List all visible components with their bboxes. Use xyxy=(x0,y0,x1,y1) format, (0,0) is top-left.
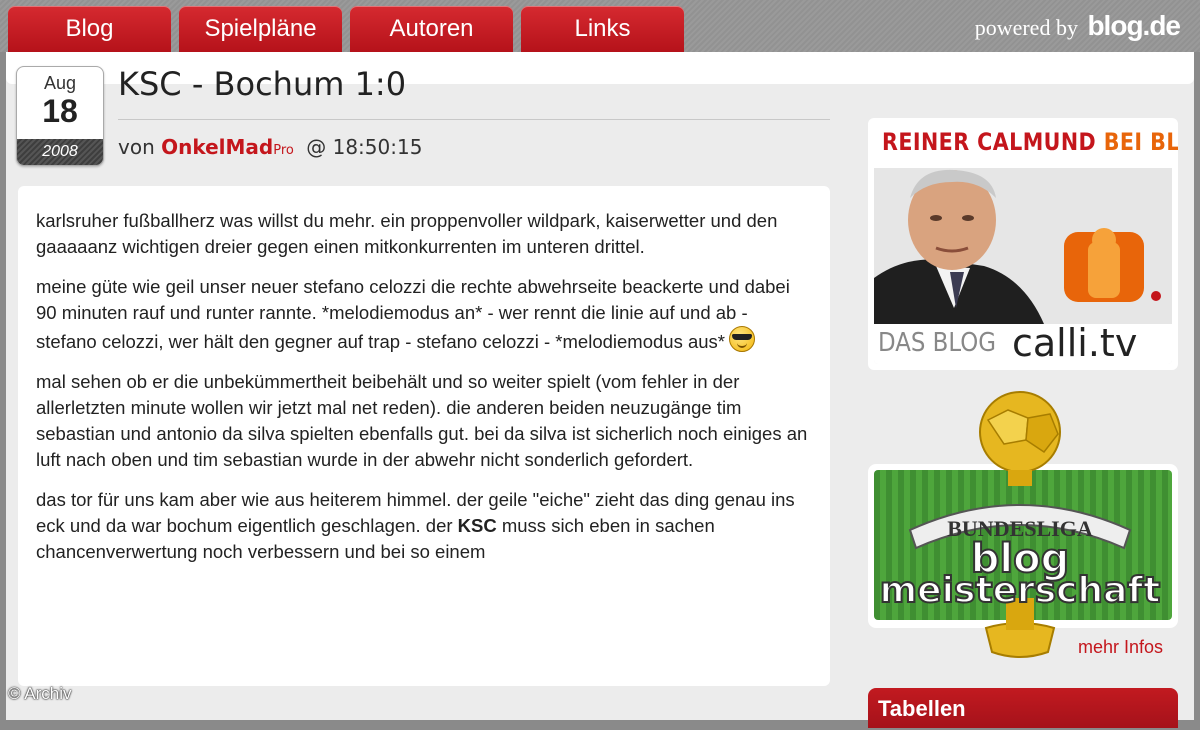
post-paragraph-4: das tor für uns kam aber wie aus heitere… xyxy=(36,487,812,565)
post-byline: von OnkelMadPro @ 18:50:15 xyxy=(118,134,422,164)
tab-spielplaene[interactable]: Spielpläne xyxy=(179,6,342,52)
author-link[interactable]: OnkelMad xyxy=(161,135,273,159)
post-paragraph-2: meine güte wie geil unser neuer stefano … xyxy=(36,274,812,355)
copyright-watermark: © Archiv xyxy=(8,684,72,703)
trophy-logo-graphic: BUNDESLIGA blog meisterschaft xyxy=(879,391,1161,658)
powered-by[interactable]: powered by blog.de xyxy=(974,10,1181,42)
byline-prefix: von xyxy=(118,135,155,159)
mehr-infos-link[interactable]: mehr Infos xyxy=(1078,637,1163,658)
post-paragraph-2-text: meine güte wie geil unser neuer stefano … xyxy=(36,276,790,352)
date-badge: Aug 18 2008 xyxy=(16,66,104,166)
date-day: 18 xyxy=(42,93,78,129)
post-paragraph-1: karlsruher fußballherz was willst du meh… xyxy=(36,210,778,257)
calli-ad-headline: REINER CALMUND BEI BLOG.DE xyxy=(882,128,1178,156)
calli-headline-orange: BEI BLOG.DE xyxy=(1103,128,1178,156)
calli-tv-logo: calli.tv xyxy=(1012,321,1138,365)
post-time: 18:50:15 xyxy=(332,135,423,159)
cool-smiley-icon xyxy=(729,326,755,352)
post-body: karlsruher fußballherz was willst du meh… xyxy=(18,186,830,686)
date-year: 2008 xyxy=(17,139,103,165)
title-divider xyxy=(118,119,830,120)
post-paragraph-3: mal sehen ob er die unbekümmertheit beib… xyxy=(36,371,808,470)
post-title[interactable]: KSC - Bochum 1:0 xyxy=(118,64,406,104)
calmund-portrait-image xyxy=(874,168,1172,324)
das-blog-label: DAS BLOG xyxy=(878,328,997,358)
powered-by-text: powered by xyxy=(974,15,1078,40)
top-navigation: Blog Spielpläne Autoren Links powered by… xyxy=(0,0,1200,52)
tab-blog[interactable]: Blog xyxy=(8,6,171,52)
tab-links[interactable]: Links xyxy=(521,6,684,52)
calli-ad-banner[interactable]: REINER CALMUND BEI BLOG.DE DAS BLOG call… xyxy=(868,118,1178,370)
calli-headline-red: REINER CALMUND xyxy=(882,128,1097,156)
meisterschaft-text: meisterschaft xyxy=(880,570,1161,611)
byline-separator: @ xyxy=(306,135,327,159)
pro-badge: Pro xyxy=(273,143,294,158)
tabellen-header[interactable]: Tabellen xyxy=(868,688,1178,728)
date-month: Aug xyxy=(43,73,77,93)
blog-de-logo: blog.de xyxy=(1087,10,1181,41)
ksc-bold: KSC xyxy=(457,515,497,536)
tab-autoren[interactable]: Autoren xyxy=(350,6,513,52)
